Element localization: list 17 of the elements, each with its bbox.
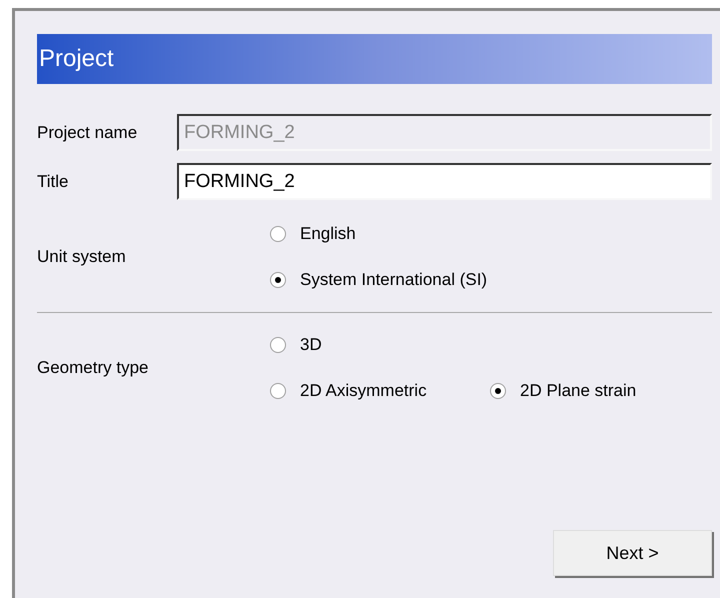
- radio-option[interactable]: 2D Plane strain: [490, 379, 710, 403]
- radio-option[interactable]: 2D Axisymmetric: [270, 379, 490, 403]
- field-label: Title: [37, 170, 70, 193]
- radio-option[interactable]: System International (SI): [270, 268, 490, 292]
- radio-button[interactable]: [270, 383, 286, 399]
- radio-option[interactable]: English: [270, 222, 490, 246]
- next-button[interactable]: Next >: [553, 530, 712, 576]
- field-label: Project name: [37, 122, 138, 144]
- group-label: Geometry type: [37, 357, 150, 380]
- radio-button[interactable]: [270, 226, 286, 242]
- radio-button[interactable]: [270, 272, 286, 288]
- group-label: Unit system: [37, 246, 127, 268]
- radio-option[interactable]: 3D: [270, 333, 490, 357]
- text-field[interactable]: FORMING_2: [177, 163, 712, 200]
- header-title: Project: [39, 44, 114, 74]
- radio-button[interactable]: [490, 383, 506, 399]
- radio-button[interactable]: [270, 337, 286, 353]
